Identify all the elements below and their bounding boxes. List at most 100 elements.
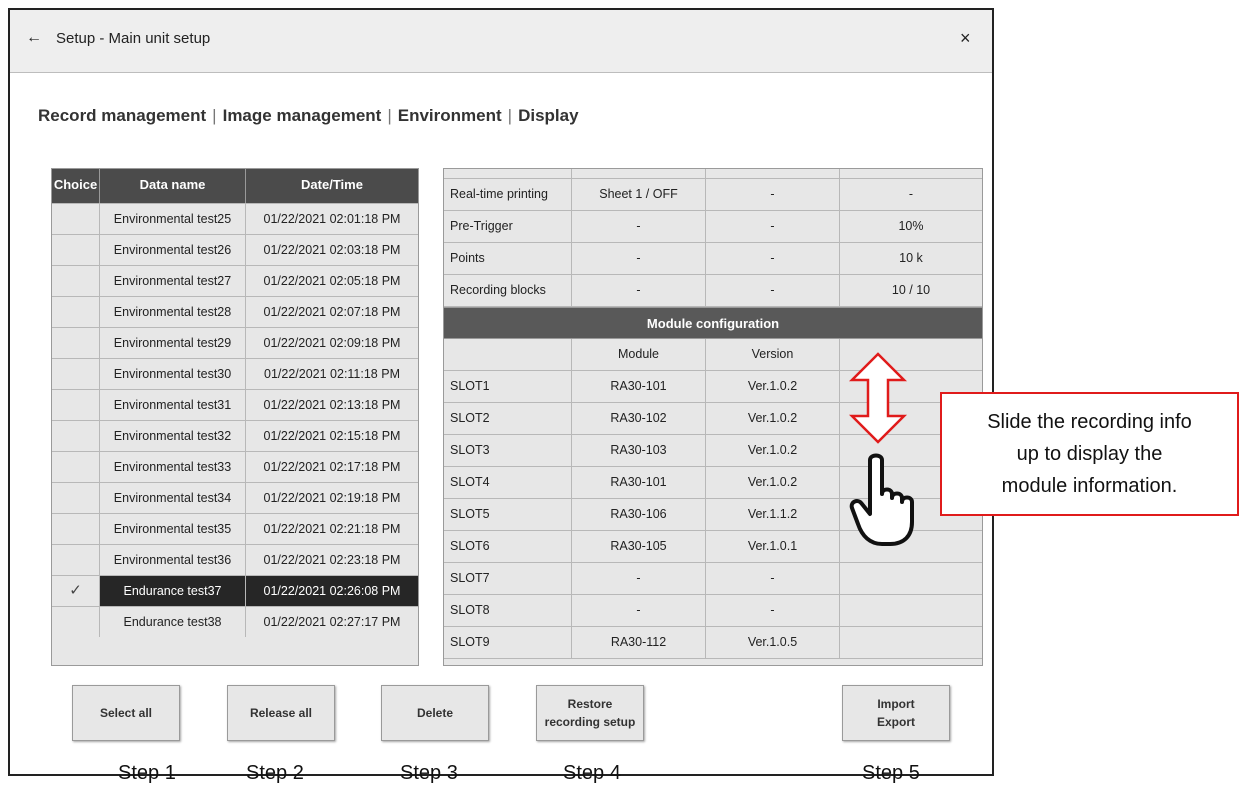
table-row[interactable]: ✓ Endurance test37 01/22/2021 02:26:08 PM — [52, 575, 418, 606]
info-cell: Real-time printing — [444, 179, 572, 210]
select-all-label: Select all — [99, 706, 153, 720]
choice-cell[interactable] — [52, 514, 100, 544]
choice-cell[interactable]: ✓ — [52, 576, 100, 606]
date-time-cell: 01/22/2021 02:19:18 PM — [263, 491, 401, 505]
choice-cell[interactable] — [52, 545, 100, 575]
info-cell: SLOT1 — [444, 371, 572, 402]
info-cell: SLOT8 — [444, 595, 572, 626]
data-name-cell: Environmental test35 — [100, 514, 246, 544]
info-cell: - — [572, 211, 706, 242]
info-cell: RA30-101 — [572, 467, 706, 498]
data-name-cell: Environmental test26 — [100, 235, 246, 265]
choice-cell[interactable] — [52, 607, 100, 637]
info-cell: RA30-103 — [572, 435, 706, 466]
info-cell: RA30-105 — [572, 531, 706, 562]
delete-button[interactable]: Delete — [381, 685, 489, 741]
info-cell: Recording blocks — [444, 275, 572, 306]
table-row[interactable]: Environmental test26 01/22/2021 02:03:18 … — [52, 234, 418, 265]
table-row[interactable]: Environmental test35 01/22/2021 02:21:18 … — [52, 513, 418, 544]
annotation-callout: Slide the recording info up to display t… — [940, 392, 1239, 516]
module-slot-row: SLOT9 RA30-112 Ver.1.0.5 — [444, 627, 982, 659]
choice-cell[interactable] — [52, 328, 100, 358]
header-data-name[interactable]: Data name — [100, 169, 246, 203]
date-time-cell: 01/22/2021 02:07:18 PM — [263, 305, 401, 319]
title-bar: ← Setup - Main unit setup × — [10, 10, 992, 73]
table-row[interactable]: Endurance test38 01/22/2021 02:27:17 PM — [52, 606, 418, 637]
step-5-label: Step 5 — [862, 762, 920, 784]
tab-separator: | — [387, 106, 392, 125]
table-row[interactable]: Environmental test31 01/22/2021 02:13:18 … — [52, 389, 418, 420]
select-all-button[interactable]: Select all — [72, 685, 180, 741]
date-time-cell: 01/22/2021 02:17:18 PM — [263, 460, 401, 474]
tab-image-management[interactable]: Image management — [223, 106, 382, 126]
info-cell: RA30-106 — [572, 499, 706, 530]
info-cell: Module — [572, 339, 706, 370]
setup-window: ← Setup - Main unit setup × Record manag… — [8, 8, 994, 776]
import-export-button[interactable]: Import Export — [842, 685, 950, 741]
choice-cell[interactable] — [52, 266, 100, 296]
choice-cell[interactable] — [52, 452, 100, 482]
info-cell: 10 k — [899, 251, 923, 265]
info-cell: RA30-102 — [572, 403, 706, 434]
info-cell: Version — [706, 339, 840, 370]
double-arrow-vertical-icon — [848, 352, 908, 444]
choice-cell[interactable] — [52, 390, 100, 420]
info-cell: - — [706, 211, 840, 242]
close-icon[interactable]: × — [960, 28, 976, 48]
tab-separator: | — [212, 106, 217, 125]
info-cell: - — [706, 243, 840, 274]
header-date-time[interactable]: Date/Time — [246, 169, 418, 203]
info-cell: - — [572, 275, 706, 306]
table-row[interactable]: Environmental test28 01/22/2021 02:07:18 … — [52, 296, 418, 327]
recording-info-row: Recording blocks - -10 / 10 — [444, 275, 982, 307]
choice-cell[interactable] — [52, 359, 100, 389]
table-row[interactable]: Environmental test32 01/22/2021 02:15:18 … — [52, 420, 418, 451]
info-cell — [444, 169, 572, 178]
choice-cell[interactable] — [52, 483, 100, 513]
date-time-cell: 01/22/2021 02:09:18 PM — [263, 336, 401, 350]
data-name-cell: Environmental test31 — [100, 390, 246, 420]
table-row[interactable]: Environmental test29 01/22/2021 02:09:18 … — [52, 327, 418, 358]
recording-info-row: Real-time printing Sheet 1 / OFF - - — [444, 179, 982, 211]
info-cell: - — [908, 187, 914, 201]
tab-environment[interactable]: Environment — [398, 106, 502, 126]
data-name-cell: Environmental test28 — [100, 297, 246, 327]
data-name-cell: Environmental test36 — [100, 545, 246, 575]
choice-cell[interactable] — [52, 421, 100, 451]
info-cell: - — [706, 179, 840, 210]
table-row[interactable]: Environmental test25 01/22/2021 02:01:18 … — [52, 203, 418, 234]
restore-recording-setup-button[interactable]: Restore recording setup — [536, 685, 644, 741]
choice-cell[interactable] — [52, 297, 100, 327]
tab-display[interactable]: Display — [518, 106, 578, 126]
tab-separator: | — [507, 106, 513, 125]
choice-cell[interactable] — [52, 235, 100, 265]
release-all-button[interactable]: Release all — [227, 685, 335, 741]
release-all-label: Release all — [249, 706, 313, 720]
table-row[interactable]: Environmental test33 01/22/2021 02:17:18 … — [52, 451, 418, 482]
data-name-cell: Environmental test25 — [100, 204, 246, 234]
window-title: Setup - Main unit setup — [56, 30, 211, 47]
info-cell — [840, 563, 982, 594]
choice-cell[interactable] — [52, 204, 100, 234]
info-cell: Ver.1.0.2 — [706, 403, 840, 434]
import-export-label: Import Export — [876, 697, 915, 729]
back-arrow-icon[interactable]: ← — [26, 28, 42, 48]
info-cell: Ver.1.0.5 — [706, 627, 840, 658]
date-time-cell: 01/22/2021 02:13:18 PM — [263, 398, 401, 412]
module-slot-row: SLOT8- - — [444, 595, 982, 627]
date-time-cell: 01/22/2021 02:26:08 PM — [246, 576, 418, 606]
table-row[interactable]: Environmental test30 01/22/2021 02:11:18 … — [52, 358, 418, 389]
info-cell: RA30-112 — [572, 627, 706, 658]
info-cell: - — [706, 563, 840, 594]
data-name-cell: Environmental test27 — [100, 266, 246, 296]
pointing-hand-icon — [849, 453, 914, 546]
recording-info-row: Pre-Trigger - -10% — [444, 211, 982, 243]
table-row[interactable]: Environmental test34 01/22/2021 02:19:18 … — [52, 482, 418, 513]
info-cell: Pre-Trigger — [444, 211, 572, 242]
callout-line: module information. — [1001, 475, 1178, 497]
table-row[interactable]: Environmental test36 01/22/2021 02:23:18 … — [52, 544, 418, 575]
tab-record-management[interactable]: Record management — [38, 106, 206, 126]
table-row[interactable]: Environmental test27 01/22/2021 02:05:18 … — [52, 265, 418, 296]
restore-label: Restore recording setup — [544, 697, 636, 729]
tab-bar: Record management | Image management | Envir… — [38, 106, 579, 126]
